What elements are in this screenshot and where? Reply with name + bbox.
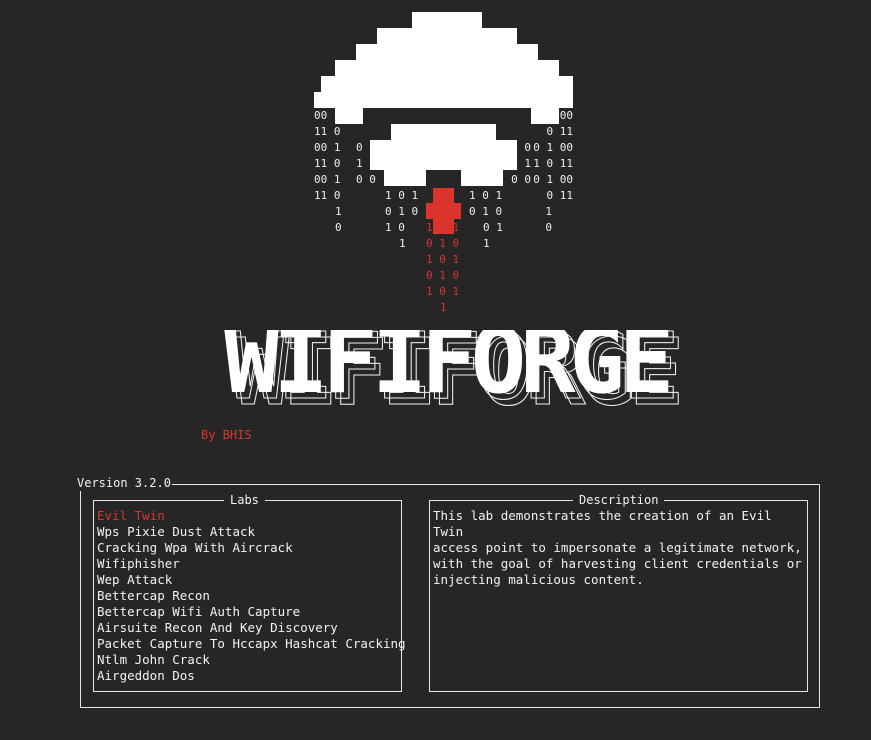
binary-bits: 1 0 1 (469, 189, 503, 202)
binary-bits: 0 (545, 221, 552, 234)
binary-bits: 1 (399, 237, 406, 250)
binary-bits: 00 (559, 109, 573, 122)
binary-bits: 1 0 1 (385, 189, 419, 202)
lab-item[interactable]: Wep Attack (97, 572, 406, 588)
binary-bits: 00 (314, 109, 328, 122)
binary-bits: 00 1 (314, 173, 341, 186)
binary-bits: 1 1 (426, 221, 460, 234)
binary-bits: 1 (440, 301, 447, 314)
binary-bits: 1 (356, 157, 363, 170)
version-label: Version 3.2.0 (76, 476, 172, 491)
binary-bits: 0 11 (546, 125, 574, 138)
binary-bits: 0 1 00 (533, 141, 573, 154)
description-panel: Description This lab demonstrates the cr… (429, 493, 808, 692)
binary-bits: 11 0 (314, 125, 341, 138)
binary-bits: 0 1 (483, 221, 503, 234)
binary-bits: 11 0 (314, 157, 341, 170)
binary-stream-art: 00 11 0 00 1 11 0 00 1 11 0 1 0 00 0 11 0 1 00 1 0 … (0, 0, 871, 320)
lab-item[interactable]: Cracking Wpa With Aircrack (97, 540, 406, 556)
lab-item[interactable]: Wifiphisher (97, 556, 406, 572)
binary-bits: 0 (335, 221, 342, 234)
description-panel-title: Description (573, 493, 665, 508)
binary-bits: 1 (483, 237, 490, 250)
svg-text:WIFIFORGE: WIFIFORGE (224, 330, 669, 414)
lab-item[interactable]: Wps Pixie Dust Attack (97, 524, 406, 540)
binary-bits: 1 0 1 (426, 253, 460, 266)
labs-panel-title: Labs (224, 493, 265, 508)
binary-bits: 0 1 00 (533, 173, 573, 186)
lab-item[interactable]: Bettercap Recon (97, 588, 406, 604)
binary-bits: 1 0 1 (426, 285, 460, 298)
binary-bits: 0 1 0 (385, 205, 419, 218)
labs-panel: Labs Evil Twin Wps Pixie Dust Attack Crack… (93, 493, 406, 692)
binary-bits: 1 (545, 205, 552, 218)
binary-bits: 0 0 (356, 173, 376, 186)
binary-bits: 1 0 (385, 221, 405, 234)
binary-bits: 1 0 11 (533, 157, 573, 170)
wififorge-wordmark: WIFIFORGE WIFIFORGE WIFIFORGE (224, 330, 686, 420)
lab-item[interactable]: Packet Capture To Hccapx Hashcat Crackin… (97, 636, 406, 652)
lab-item[interactable]: Bettercap Wifi Auth Capture (97, 604, 406, 620)
binary-bits: 0 1 0 (469, 205, 503, 218)
description-text: This lab demonstrates the creation of an… (433, 508, 802, 587)
byline: By BHIS (201, 428, 252, 442)
lab-item[interactable]: Airgeddon Dos (97, 668, 406, 684)
binary-bits: 0 0 (511, 173, 531, 186)
binary-bits: 0 1 0 (426, 237, 460, 250)
binary-bits: 0 (356, 141, 363, 154)
binary-bits: 0 1 0 (426, 269, 460, 282)
binary-bits: 1 (524, 157, 531, 170)
binary-bits: 00 1 (314, 141, 341, 154)
lab-item[interactable]: Airsuite Recon And Key Discovery (97, 620, 406, 636)
binary-bits: 11 0 (314, 189, 341, 202)
lab-item[interactable]: Evil Twin (97, 508, 406, 524)
binary-bits: 1 (335, 205, 342, 218)
binary-bits: 0 (524, 141, 531, 154)
labs-list: Evil Twin Wps Pixie Dust Attack Cracking W… (97, 508, 406, 684)
binary-bits: 0 11 (546, 189, 574, 202)
lab-item[interactable]: Ntlm John Crack (97, 652, 406, 668)
